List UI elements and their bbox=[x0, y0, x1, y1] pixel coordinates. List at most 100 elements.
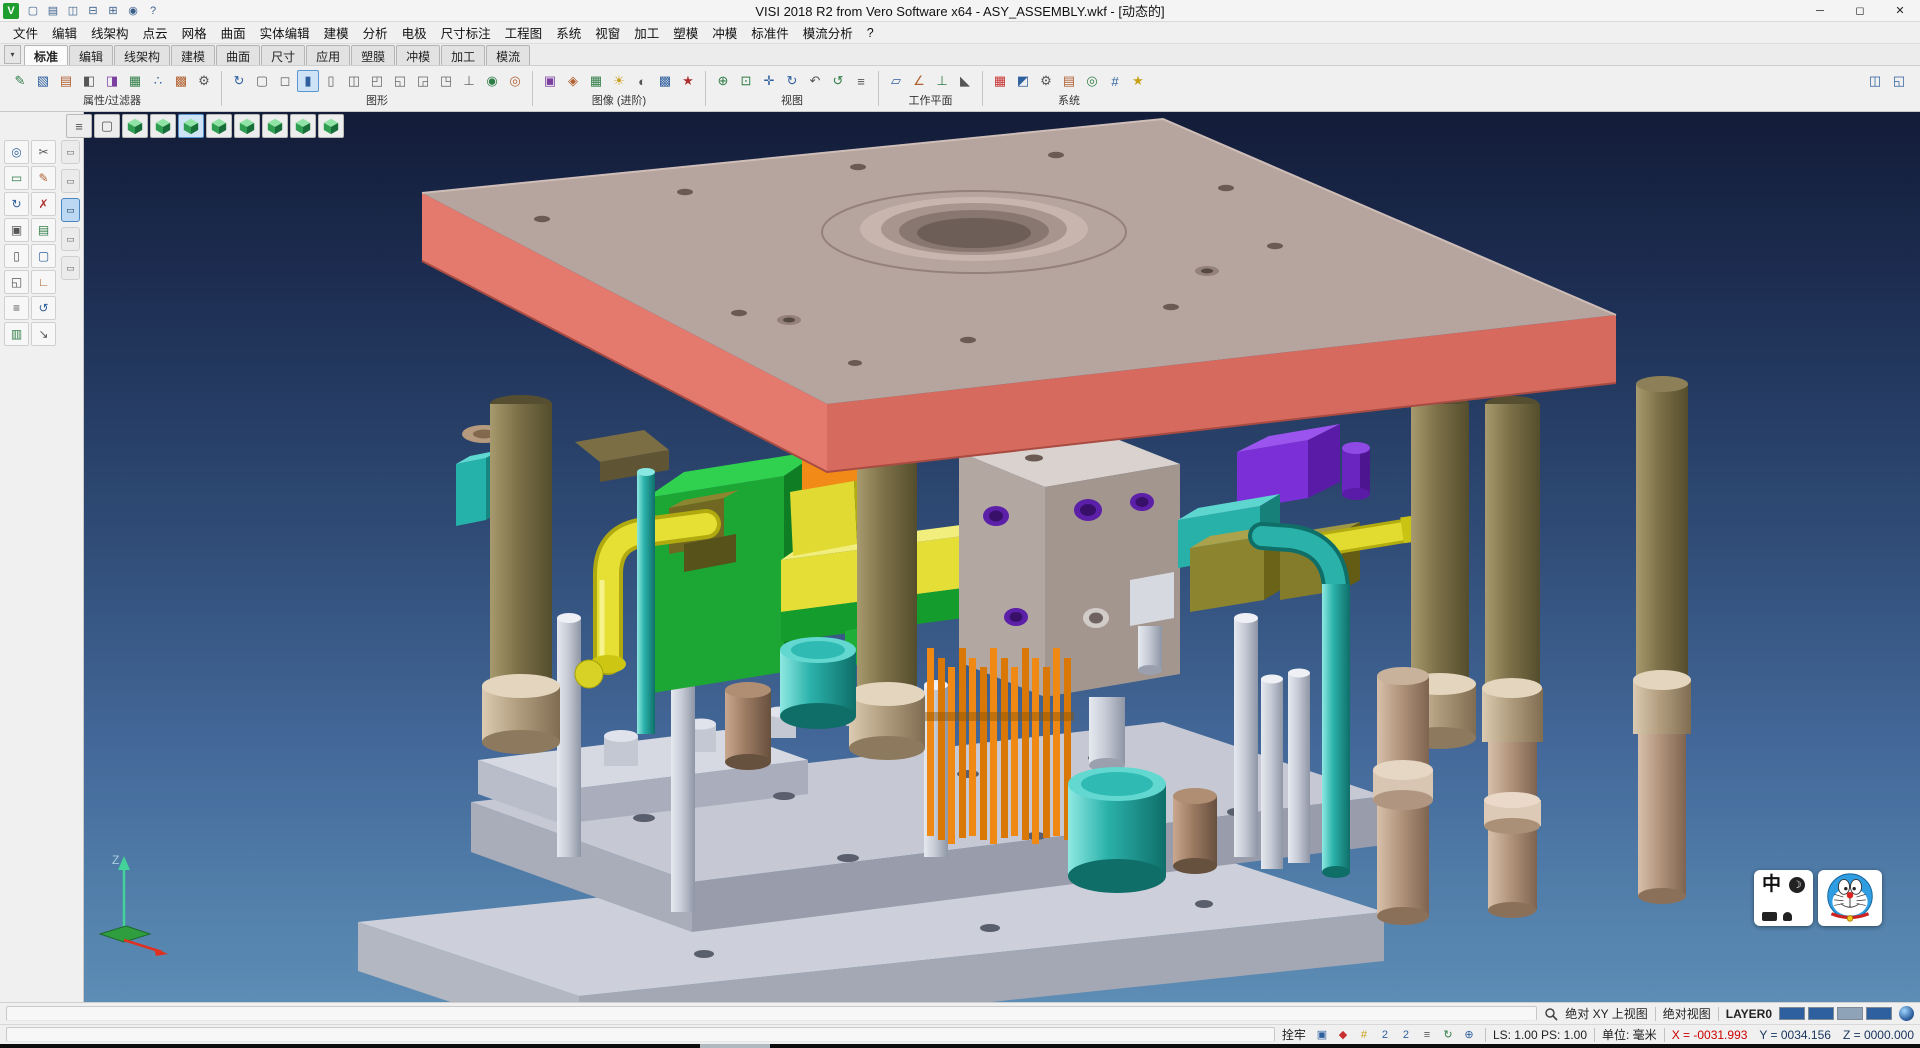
edge-filter-icon[interactable]: ▦ bbox=[124, 70, 146, 92]
menu-dimension[interactable]: 尺寸标注 bbox=[434, 21, 498, 44]
filter-settings-icon[interactable]: ⚙ bbox=[193, 70, 215, 92]
reflection-icon[interactable]: ◎ bbox=[504, 70, 526, 92]
menu-window[interactable]: 视窗 bbox=[588, 21, 627, 44]
lock-toggle[interactable]: 拴牢 bbox=[1282, 1026, 1306, 1043]
save-file-icon[interactable]: ◫ bbox=[64, 2, 82, 20]
new-file-icon[interactable]: ▢ bbox=[24, 2, 42, 20]
tab-moldflow[interactable]: 模流 bbox=[486, 45, 530, 65]
search-icon[interactable] bbox=[1544, 1007, 1558, 1021]
redraw-icon[interactable]: ↻ bbox=[228, 70, 250, 92]
menu-system[interactable]: 系统 bbox=[549, 21, 588, 44]
workplane-angle-icon[interactable]: ∠ bbox=[908, 70, 930, 92]
shaded-display-icon[interactable]: ▮ bbox=[297, 70, 319, 92]
maximize-button[interactable]: ◻ bbox=[1840, 0, 1880, 21]
view-top-icon[interactable] bbox=[234, 114, 260, 138]
dynamic-view-icon[interactable]: ↺ bbox=[827, 70, 849, 92]
menu-standard-parts[interactable]: 标准件 bbox=[744, 21, 796, 44]
shaded-mode-icon[interactable]: ▣ bbox=[4, 218, 29, 242]
tab-standard[interactable]: 标准 bbox=[24, 45, 68, 65]
ime-language-button[interactable]: 中 bbox=[1762, 875, 1781, 895]
scene-snapshot-icon[interactable]: ★ bbox=[677, 70, 699, 92]
command-line[interactable] bbox=[6, 1027, 1275, 1042]
menu-die[interactable]: 冲模 bbox=[705, 21, 744, 44]
open-file-icon[interactable]: ▤ bbox=[44, 2, 62, 20]
render-mode-icon[interactable]: ▭ bbox=[61, 256, 80, 280]
pan-icon[interactable]: ✛ bbox=[758, 70, 780, 92]
export-icon[interactable]: ↘ bbox=[31, 322, 56, 346]
previous-view-icon[interactable]: ↶ bbox=[804, 70, 826, 92]
tab-die[interactable]: 冲模 bbox=[396, 45, 440, 65]
tab-wireframe[interactable]: 线架构 bbox=[114, 45, 170, 65]
silhouette-icon[interactable]: ◳ bbox=[435, 70, 457, 92]
box-tool-icon[interactable]: ▢ bbox=[31, 244, 56, 268]
edge-display-icon[interactable]: ◲ bbox=[412, 70, 434, 92]
render-icon[interactable]: ▣ bbox=[539, 70, 561, 92]
options-icon[interactable]: ⚙ bbox=[1035, 70, 1057, 92]
menu-analysis[interactable]: 分析 bbox=[356, 21, 395, 44]
measure-icon[interactable]: ∟ bbox=[31, 270, 56, 294]
textures-icon[interactable]: ▦ bbox=[585, 70, 607, 92]
section-display-icon[interactable]: ◰ bbox=[366, 70, 388, 92]
menu-machining[interactable]: 加工 bbox=[627, 21, 666, 44]
trim-icon[interactable]: ✂ bbox=[31, 140, 56, 164]
shadows-icon[interactable]: ◐ bbox=[631, 70, 653, 92]
all-filter-icon[interactable]: ▩ bbox=[170, 70, 192, 92]
view-iso-sw-icon[interactable] bbox=[150, 114, 176, 138]
shaded-mode-button-icon[interactable]: ▭ bbox=[61, 198, 80, 222]
ghost-display-icon[interactable]: ▯ bbox=[320, 70, 342, 92]
refresh-icon[interactable]: ↻ bbox=[1439, 1027, 1457, 1043]
wireframe-display-icon[interactable]: ▢ bbox=[251, 70, 273, 92]
normals-icon[interactable]: ⊥ bbox=[458, 70, 480, 92]
active-layer-label[interactable]: LAYER0 bbox=[1726, 1007, 1772, 1021]
stack-icon[interactable]: ≡ bbox=[4, 296, 29, 320]
ghost-mode-icon[interactable]: ▭ bbox=[61, 227, 80, 251]
hidden-line-icon[interactable]: ◻ bbox=[274, 70, 296, 92]
zoom-extents-icon[interactable]: ⊕ bbox=[712, 70, 734, 92]
list-icon[interactable]: ≡ bbox=[1418, 1027, 1436, 1043]
zoom-window-icon[interactable]: ⊡ bbox=[735, 70, 757, 92]
grid-snap-icon[interactable]: # bbox=[1355, 1027, 1373, 1043]
close-button[interactable]: ✕ bbox=[1880, 0, 1920, 21]
zoom-select-icon[interactable]: ◎ bbox=[4, 140, 29, 164]
favorites-icon[interactable]: ★ bbox=[1127, 70, 1149, 92]
lights-icon[interactable]: ☀ bbox=[608, 70, 630, 92]
background-icon[interactable]: ▩ bbox=[654, 70, 676, 92]
menu-mold[interactable]: 塑模 bbox=[666, 21, 705, 44]
delete-icon[interactable]: ✗ bbox=[31, 192, 56, 216]
world-icon[interactable]: ◎ bbox=[1081, 70, 1103, 92]
target-icon[interactable]: ⊕ bbox=[1460, 1027, 1478, 1043]
dynamic-rotate-icon[interactable]: ↻ bbox=[4, 192, 29, 216]
view-blank-icon[interactable]: ▢ bbox=[94, 114, 120, 138]
layer-filter-icon[interactable]: ▤ bbox=[55, 70, 77, 92]
snap-icon[interactable]: ◆ bbox=[1334, 1027, 1352, 1043]
view-list-icon[interactable]: ≡ bbox=[850, 70, 872, 92]
layer-count-icon[interactable]: 2 bbox=[1397, 1027, 1415, 1043]
tab-application[interactable]: 应用 bbox=[306, 45, 350, 65]
point-filter-icon[interactable]: ∴ bbox=[147, 70, 169, 92]
hidden-line-mode-icon[interactable]: ▭ bbox=[61, 169, 80, 193]
frame-icon[interactable]: ▭ bbox=[4, 166, 29, 190]
menu-moldflow[interactable]: 模流分析 bbox=[796, 21, 860, 44]
view-front-icon[interactable] bbox=[262, 114, 288, 138]
workplane-standard-icon[interactable]: ▱ bbox=[885, 70, 907, 92]
layer-swatch-3[interactable] bbox=[1837, 1007, 1863, 1020]
tab-surface[interactable]: 曲面 bbox=[216, 45, 260, 65]
rotate-view-icon[interactable]: ↻ bbox=[781, 70, 803, 92]
undo-icon[interactable]: ↺ bbox=[31, 296, 56, 320]
layers-icon[interactable]: ▥ bbox=[4, 322, 29, 346]
screen-icon[interactable]: ▣ bbox=[1313, 1027, 1331, 1043]
menu-point-cloud[interactable]: 点云 bbox=[136, 21, 175, 44]
tab-machining[interactable]: 加工 bbox=[441, 45, 485, 65]
face-filter-icon[interactable]: ◨ bbox=[101, 70, 123, 92]
layer-manager-icon[interactable]: ▦ bbox=[989, 70, 1011, 92]
ime-keyboard-icon[interactable] bbox=[1762, 912, 1777, 921]
grid-icon[interactable]: # bbox=[1104, 70, 1126, 92]
ime-widget[interactable]: 中 ☽ bbox=[1754, 870, 1882, 926]
menu-file[interactable]: 文件 bbox=[6, 21, 45, 44]
database-icon[interactable]: ▤ bbox=[1058, 70, 1080, 92]
tab-modeling[interactable]: 建模 bbox=[171, 45, 215, 65]
layer-swatch-1[interactable] bbox=[1779, 1007, 1805, 1020]
entity-filter-icon[interactable]: ◧ bbox=[78, 70, 100, 92]
menu-help[interactable]: ? bbox=[860, 24, 881, 42]
layer-swatch-4[interactable] bbox=[1866, 1007, 1892, 1020]
